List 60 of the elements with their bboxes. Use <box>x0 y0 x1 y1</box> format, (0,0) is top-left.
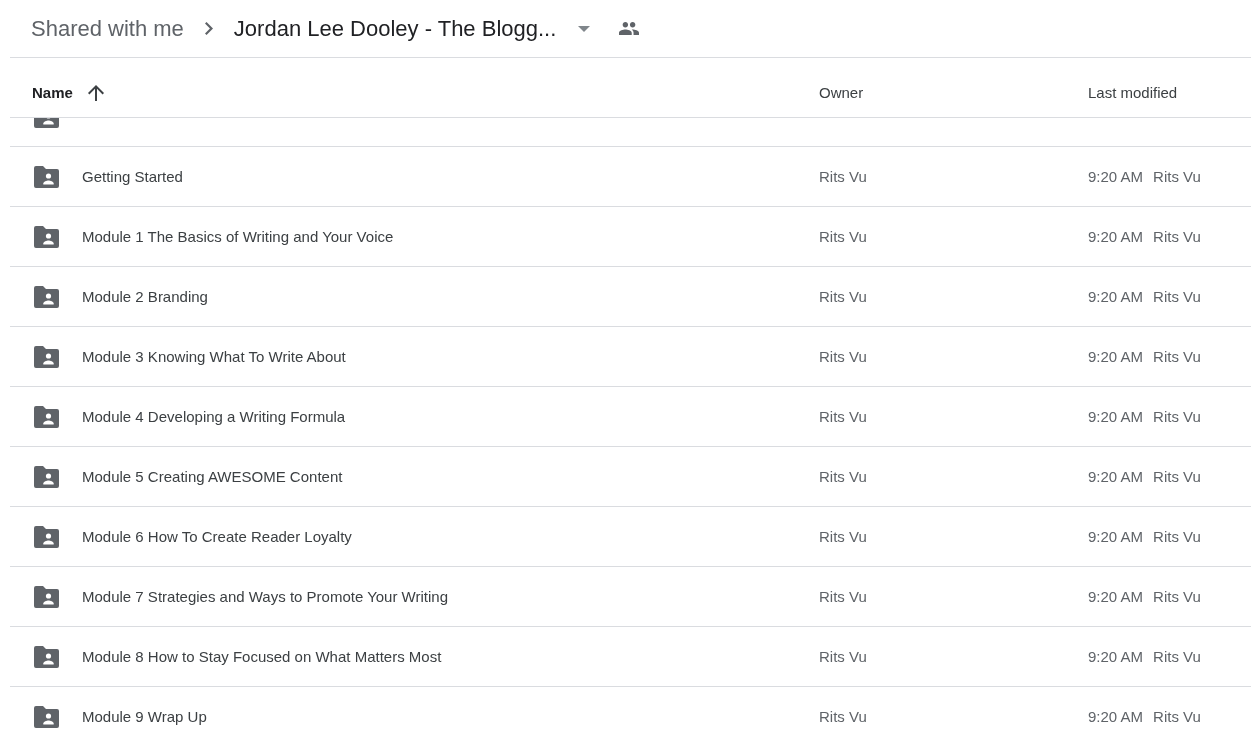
column-header[interactable]: Last modified <box>1088 83 1178 103</box>
modified-time: 9:20 AM <box>1088 346 1144 367</box>
folder-person-icon <box>34 285 59 308</box>
modified-by-name: Rits Vu <box>1153 466 1201 487</box>
folder-name[interactable]: Getting Started <box>82 166 183 187</box>
folder-person-icon <box>34 405 59 428</box>
owner-name: Rits Vu <box>819 706 867 727</box>
folder-name[interactable]: Module 9 Wrap Up <box>82 706 207 727</box>
chevron-right-icon <box>204 22 213 35</box>
modified-by-name: Rits Vu <box>1153 526 1201 547</box>
owner-name: Rits Vu <box>819 586 867 607</box>
modified-by-name: Rits Vu <box>1153 166 1201 187</box>
caret-down-icon <box>578 25 591 32</box>
folder-person-icon <box>34 225 59 248</box>
modified-by-name: Rits Vu <box>1153 226 1201 247</box>
modified-time: 9:20 AM <box>1088 646 1144 667</box>
modified-time: 9:20 AM <box>1088 406 1144 427</box>
modified-time: 9:20 AM <box>1088 286 1144 307</box>
modified-time: 9:20 AM <box>1088 706 1144 727</box>
folder-name[interactable]: Module 6 How To Create Reader Loyalty <box>82 526 352 547</box>
folder-person-icon <box>34 645 59 668</box>
column-header[interactable]: Owner <box>819 83 864 103</box>
current-folder-button[interactable]: Jordan Lee Dooley - The Blogg... <box>233 14 591 43</box>
modified-time: 9:20 AM <box>1088 586 1144 607</box>
owner-name: Rits Vu <box>819 166 867 187</box>
modified-by-name: Rits Vu <box>1153 286 1201 307</box>
modified-time: 9:20 AM <box>1088 166 1144 187</box>
modified-time: 9:20 AM <box>1088 226 1144 247</box>
folder-name[interactable]: Module 2 Branding <box>82 286 208 307</box>
folder-name[interactable]: Module 8 How to Stay Focused on What Matters Most <box>82 646 442 667</box>
folder-person-icon <box>34 345 59 368</box>
modified-by-name: Rits Vu <box>1153 346 1201 367</box>
owner-name: Rits Vu <box>819 646 867 667</box>
folder-person-icon <box>34 465 59 488</box>
folder-person-icon <box>34 705 59 728</box>
owner-name: Rits Vu <box>819 406 867 427</box>
folder-person-icon <box>34 165 59 188</box>
arrow-up-icon[interactable] <box>87 85 104 101</box>
owner-name: Rits Vu <box>819 286 867 307</box>
folder-name[interactable]: Module 5 Creating AWESOME Content <box>82 466 343 487</box>
modified-by-name: Rits Vu <box>1153 706 1201 727</box>
modified-by-name: Rits Vu <box>1153 406 1201 427</box>
owner-name: Rits Vu <box>819 526 867 547</box>
modified-time: 9:20 AM <box>1088 526 1144 547</box>
modified-by-name: Rits Vu <box>1153 646 1201 667</box>
folder-name[interactable]: Module 3 Knowing What To Write About <box>82 346 346 367</box>
modified-by-name: Rits Vu <box>1153 586 1201 607</box>
owner-name: Rits Vu <box>819 346 867 367</box>
folder-person-icon <box>34 525 59 548</box>
column-header[interactable]: Name <box>32 83 73 103</box>
owner-name: Rits Vu <box>819 466 867 487</box>
modified-time: 9:20 AM <box>1088 466 1144 487</box>
folder-person-icon <box>34 118 59 128</box>
owner-name: Rits Vu <box>819 226 867 247</box>
breadcrumb-link[interactable]: Shared with me <box>31 14 184 43</box>
folder-person-icon <box>34 585 59 608</box>
folder-name[interactable]: Module 4 Developing a Writing Formula <box>82 406 346 427</box>
people-icon[interactable] <box>619 22 640 35</box>
folder-name[interactable]: Module 1 The Basics of Writing and Your Voice <box>82 226 394 247</box>
folder-name[interactable]: Module 7 Strategies and Ways to Promote Your Writing <box>82 586 449 607</box>
